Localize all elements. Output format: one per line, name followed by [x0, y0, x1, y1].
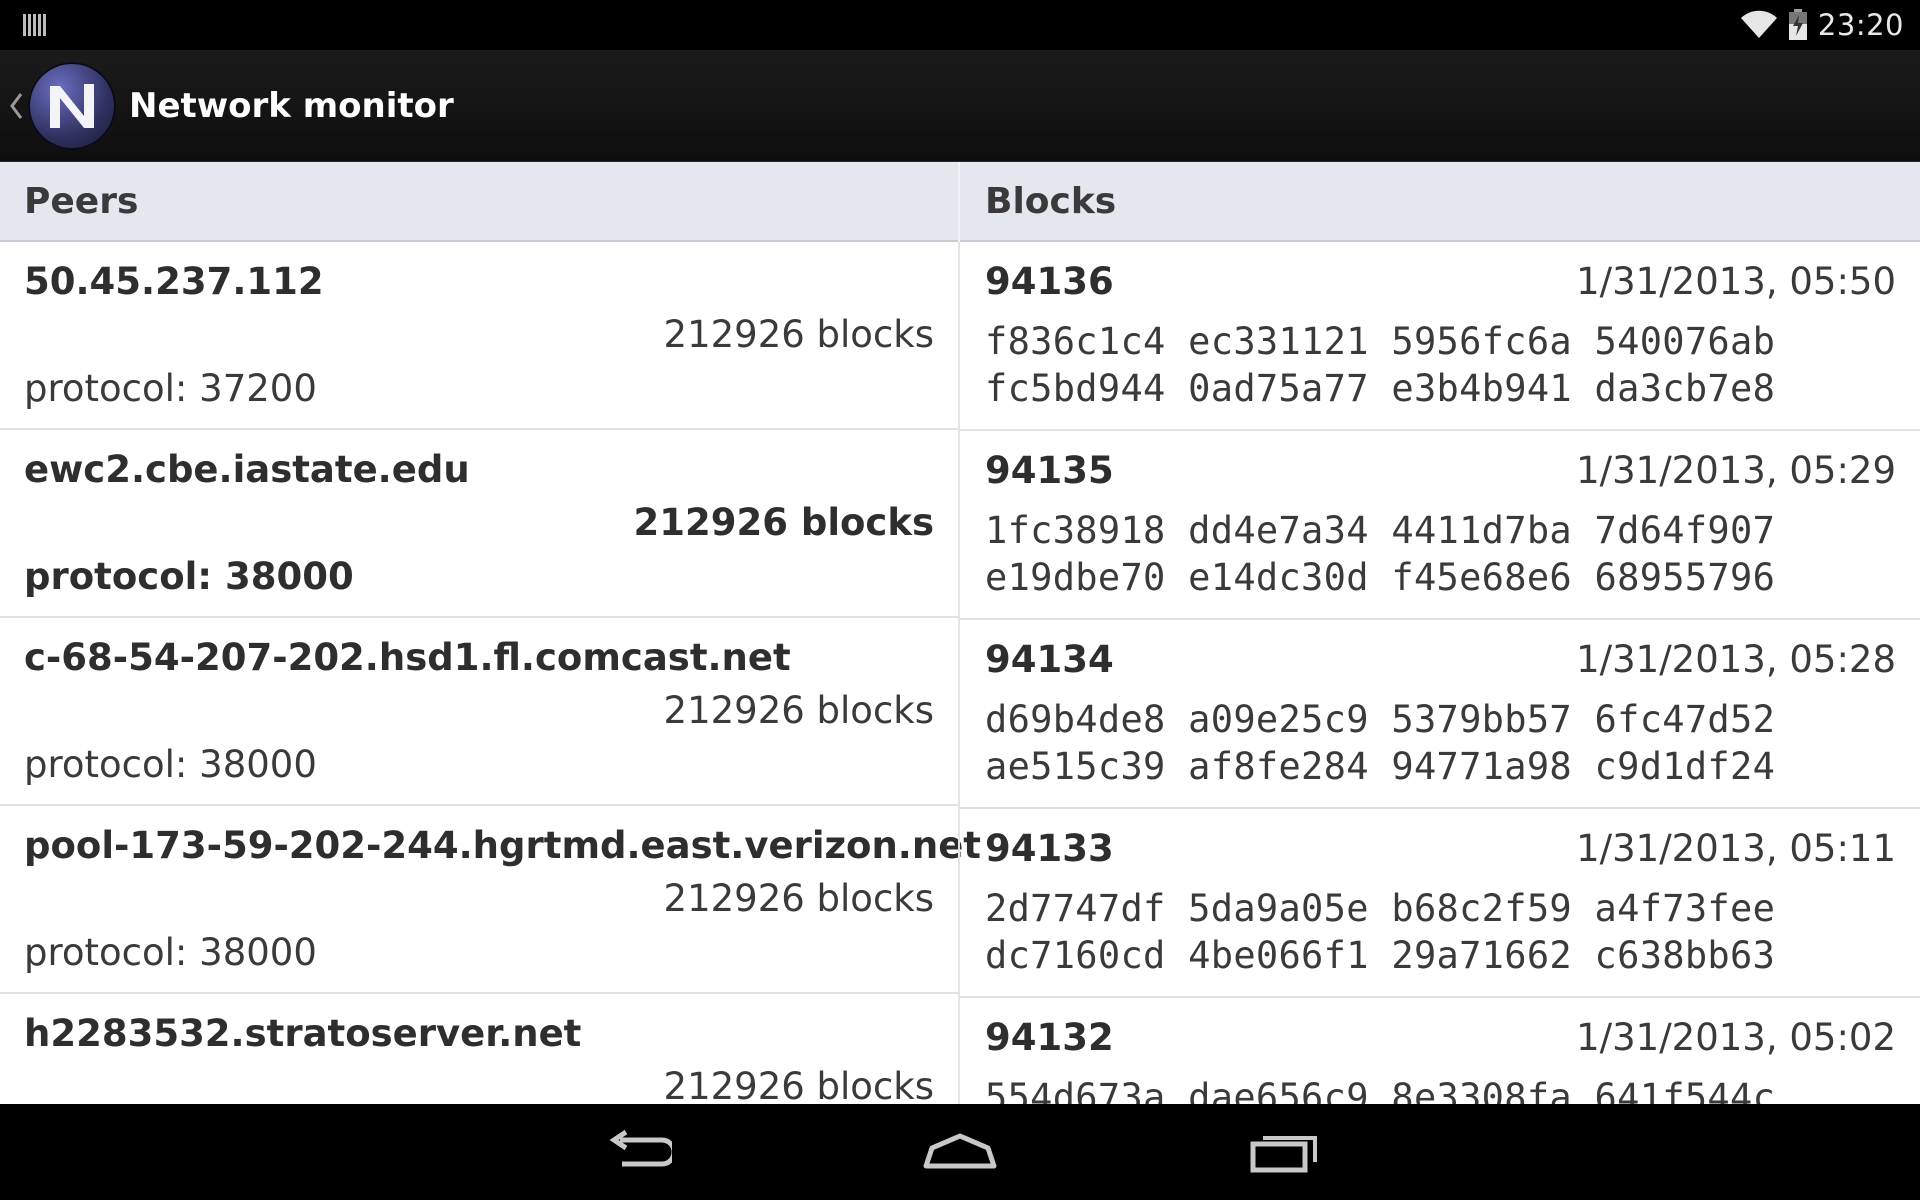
status-time: 23:20 — [1817, 8, 1904, 42]
block-row[interactable]: 94134 1/31/2013, 05:28 d69b4de8 a09e25c9… — [960, 620, 1920, 809]
status-bar: 23:20 — [0, 0, 1920, 50]
block-hash: f836c1c4 ec331121 5956fc6a 540076ab fc5b… — [985, 318, 1775, 412]
peer-host: pool-173-59-202-244.hgrtmd.east.verizon.… — [24, 824, 981, 867]
block-time: 1/31/2013, 05:02 — [1576, 1016, 1896, 1059]
block-height: 94136 — [985, 260, 1114, 303]
block-height: 94135 — [985, 449, 1114, 492]
peer-blocks: 212926 blocks — [663, 313, 934, 356]
block-time: 1/31/2013, 05:29 — [1576, 449, 1896, 492]
peer-host: ewc2.cbe.iastate.edu — [24, 448, 470, 491]
block-row[interactable]: 94135 1/31/2013, 05:29 1fc38918 dd4e7a34… — [960, 431, 1920, 620]
block-row[interactable]: 94132 1/31/2013, 05:02 554d673a dae656c9… — [960, 998, 1920, 1104]
barcode-notification-icon — [23, 14, 46, 36]
up-caret-icon[interactable] — [6, 86, 26, 126]
block-hash-line: 1fc38918 dd4e7a34 4411d7ba 7d64f907 — [985, 509, 1776, 552]
peer-host: 50.45.237.112 — [24, 260, 324, 303]
app-title: Network monitor — [129, 86, 454, 126]
block-hash-line: fc5bd944 0ad75a77 e3b4b941 da3cb7e8 — [985, 367, 1776, 410]
block-hash-line: ae515c39 af8fe284 94771a98 c9d1df24 — [985, 745, 1776, 788]
block-height: 94134 — [985, 638, 1114, 681]
blocks-header: Blocks — [985, 181, 1117, 222]
home-button[interactable] — [890, 1104, 1030, 1200]
home-icon — [923, 1133, 997, 1169]
peers-header: Peers — [24, 181, 139, 222]
block-time: 1/31/2013, 05:11 — [1576, 827, 1896, 870]
block-time: 1/31/2013, 05:50 — [1576, 260, 1896, 303]
navigation-bar — [0, 1104, 1920, 1200]
back-icon — [609, 1130, 672, 1167]
battery-charging-icon — [1788, 9, 1807, 40]
block-hash-line: 554d673a dae656c9 8e3308fa 641f544c — [985, 1076, 1776, 1104]
peer-row[interactable]: ewc2.cbe.iastate.edu 212926 blocks proto… — [0, 430, 958, 618]
block-hash: 1fc38918 dd4e7a34 4411d7ba 7d64f907 e19d… — [985, 507, 1775, 601]
block-hash-line: f836c1c4 ec331121 5956fc6a 540076ab — [985, 320, 1776, 363]
block-hash-line: d69b4de8 a09e25c9 5379bb57 6fc47d52 — [985, 698, 1776, 741]
peers-list[interactable]: 50.45.237.112 212926 blocks protocol: 37… — [0, 242, 981, 1104]
peer-row[interactable]: pool-173-59-202-244.hgrtmd.east.verizon.… — [0, 806, 981, 994]
block-hash: 554d673a dae656c9 8e3308fa 641f544c — [985, 1074, 1775, 1104]
header-divider — [958, 162, 960, 242]
block-hash: 2d7747df 5da9a05e b68c2f59 a4f73fee dc71… — [985, 885, 1775, 979]
peer-protocol: protocol: 38000 — [24, 743, 317, 786]
block-row[interactable]: 94133 1/31/2013, 05:11 2d7747df 5da9a05e… — [960, 809, 1920, 998]
recents-button[interactable] — [1215, 1104, 1355, 1200]
section-headers: Peers Blocks — [0, 162, 1920, 242]
back-button[interactable] — [566, 1104, 706, 1200]
peer-protocol: protocol: 37200 — [24, 367, 317, 410]
block-time: 1/31/2013, 05:28 — [1576, 638, 1896, 681]
action-bar: Network monitor — [0, 50, 1920, 162]
peer-protocol: protocol: 38000 — [24, 931, 317, 974]
peer-blocks: 212926 blocks — [663, 689, 934, 732]
block-hash-line: dc7160cd 4be066f1 29a71662 c638bb63 — [985, 934, 1776, 977]
peer-row[interactable]: c-68-54-207-202.hsd1.fl.comcast.net 2129… — [0, 618, 958, 806]
blocks-list[interactable]: 94136 1/31/2013, 05:50 f836c1c4 ec331121… — [960, 242, 1920, 1104]
block-row[interactable]: 94136 1/31/2013, 05:50 f836c1c4 ec331121… — [960, 242, 1920, 431]
peer-blocks: 212926 blocks — [663, 877, 934, 920]
block-hash: d69b4de8 a09e25c9 5379bb57 6fc47d52 ae51… — [985, 696, 1775, 790]
content-area: 50.45.237.112 212926 blocks protocol: 37… — [0, 242, 1920, 1104]
wifi-icon — [1740, 10, 1777, 39]
recents-icon — [1250, 1136, 1317, 1173]
block-height: 94133 — [985, 827, 1114, 870]
peer-host: h2283532.stratoserver.net — [24, 1012, 582, 1055]
peer-host: c-68-54-207-202.hsd1.fl.comcast.net — [24, 636, 791, 679]
app-logo-n-icon[interactable] — [28, 62, 116, 150]
peer-protocol: protocol: 38000 — [24, 555, 354, 598]
peer-row[interactable]: 50.45.237.112 212926 blocks protocol: 37… — [0, 242, 958, 430]
peer-blocks: 212926 blocks — [663, 1065, 934, 1104]
peer-blocks: 212926 blocks — [633, 501, 935, 544]
block-hash-line: e19dbe70 e14dc30d f45e68e6 68955796 — [985, 556, 1776, 599]
peer-row[interactable]: h2283532.stratoserver.net 212926 blocks — [0, 994, 958, 1104]
block-hash-line: 2d7747df 5da9a05e b68c2f59 a4f73fee — [985, 887, 1776, 930]
block-height: 94132 — [985, 1016, 1114, 1059]
